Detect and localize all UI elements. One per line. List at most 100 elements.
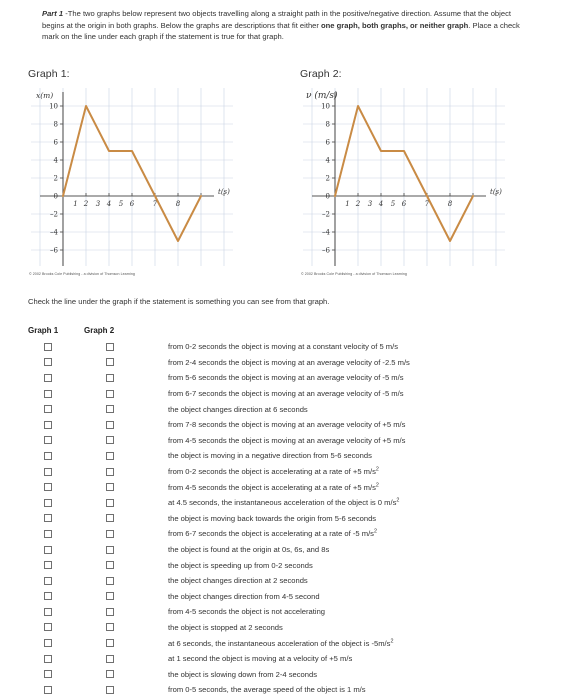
checkbox-graph2[interactable] [106,342,114,351]
checkbox-graph1[interactable] [44,576,52,585]
statement-row: from 6-7 seconds the object is moving at… [28,386,538,402]
statement-text: from 2-4 seconds the object is moving at… [168,357,410,367]
checkbox-graph1[interactable] [44,467,52,476]
statement-text: the object changes direction from 4-5 se… [168,591,320,601]
checkbox-graph2[interactable] [106,623,114,632]
svg-text:3: 3 [96,200,101,208]
checkbox-cell-graph2 [84,685,168,694]
checkbox-graph1[interactable] [44,639,52,648]
svg-text:2: 2 [83,200,89,208]
column-header-graph2: Graph 2 [84,326,115,335]
checkbox-graph2[interactable] [106,654,114,663]
svg-text:–4: –4 [50,229,59,237]
checkbox-graph2[interactable] [106,436,114,445]
checkbox-graph1[interactable] [44,389,52,398]
statement-row: from 2-4 seconds the object is moving at… [28,355,538,371]
checkbox-cell-graph1 [28,389,84,398]
checkbox-graph1[interactable] [44,420,52,429]
checkbox-graph1[interactable] [44,670,52,679]
checkbox-cell-graph2 [84,358,168,367]
statement-row: from 4-5 seconds the object is moving at… [28,433,538,449]
checkbox-graph1[interactable] [44,342,52,351]
checkbox-cell-graph2 [84,561,168,570]
checkbox-cell-graph1 [28,592,84,601]
checkbox-graph2[interactable] [106,420,114,429]
checkbox-graph2[interactable] [106,607,114,616]
checkbox-graph2[interactable] [106,592,114,601]
checkbox-cell-graph1 [28,623,84,632]
checkbox-graph2[interactable] [106,405,114,414]
checkbox-graph1[interactable] [44,483,52,492]
svg-text:2: 2 [355,200,361,208]
checkbox-cell-graph1 [28,467,84,476]
checkbox-graph1[interactable] [44,545,52,554]
checkbox-graph2[interactable] [106,451,114,460]
checkbox-cell-graph2 [84,467,168,476]
checkbox-graph2[interactable] [106,545,114,554]
statement-text: at 6 seconds, the instantaneous accelera… [168,638,394,648]
checkbox-cell-graph2 [84,592,168,601]
checkbox-graph1[interactable] [44,451,52,460]
checkbox-graph1[interactable] [44,405,52,414]
checkbox-cell-graph2 [84,529,168,538]
checkbox-graph1[interactable] [44,514,52,523]
svg-text:6: 6 [130,200,135,208]
checkbox-graph2[interactable] [106,561,114,570]
statement-text: the object changes direction at 6 second… [168,404,308,414]
checkbox-graph1[interactable] [44,607,52,616]
statement-row: from 0-5 seconds, the average speed of t… [28,682,538,698]
checkbox-graph2[interactable] [106,576,114,585]
checkbox-cell-graph1 [28,607,84,616]
graph1-y-tick-labels: 10 8 6 4 2 0 –2 –4 –6 [49,103,58,255]
checkbox-graph1[interactable] [44,373,52,382]
checkbox-graph1[interactable] [44,685,52,694]
checkbox-graph1[interactable] [44,498,52,507]
graph1-copyright: © 2002 Brooks Cole Publishing - a divisi… [29,272,135,276]
checkbox-graph1[interactable] [44,436,52,445]
svg-text:4: 4 [106,200,111,208]
column-headers: Graph 1 Graph 2 [28,326,538,335]
statement-rows: from 0-2 seconds the object is moving at… [28,339,538,698]
checkbox-cell-graph1 [28,358,84,367]
checkbox-graph1[interactable] [44,358,52,367]
svg-text:1: 1 [73,200,77,208]
checkbox-graph2[interactable] [106,373,114,382]
statement-text: the object is moving in a negative direc… [168,451,372,461]
statement-row: at 4.5 seconds, the instantaneous accele… [28,495,538,511]
checkbox-cell-graph2 [84,607,168,616]
checkbox-graph2[interactable] [106,498,114,507]
graph1-svg: 10 8 6 4 2 0 –2 –4 –6 1 2 3 4 5 6 7 8 x(… [31,88,233,266]
checkbox-graph2[interactable] [106,685,114,694]
svg-text:2: 2 [54,175,58,183]
checkbox-graph1[interactable] [44,561,52,570]
graph2-copyright: © 2002 Brooks Cole Publishing - a divisi… [301,272,407,276]
checkbox-graph2[interactable] [106,389,114,398]
statement-row: from 4-5 seconds the object is accelerat… [28,479,538,495]
checkbox-graph2[interactable] [106,467,114,476]
checkbox-graph2[interactable] [106,670,114,679]
svg-text:8: 8 [448,200,453,208]
checkbox-graph1[interactable] [44,623,52,632]
statement-text: the object is found at the origin at 0s,… [168,545,330,555]
checkbox-graph2[interactable] [106,514,114,523]
checkbox-cell-graph1 [28,373,84,382]
graph2-y-tick-labels: 10 8 6 4 2 0 –2 –4 –6 [321,103,330,255]
checkbox-graph2[interactable] [106,483,114,492]
checkbox-graph2[interactable] [106,358,114,367]
checkbox-graph1[interactable] [44,529,52,538]
statement-text: from 0-2 seconds the object is moving at… [168,342,399,352]
checkbox-graph2[interactable] [106,529,114,538]
checkbox-graph1[interactable] [44,592,52,601]
graph1-x-axis-label: t(s) [218,188,230,196]
statement-row: the object changes direction at 6 second… [28,401,538,417]
checkbox-cell-graph2 [84,654,168,663]
statement-text: the object changes direction at 2 second… [168,576,308,586]
svg-text:6: 6 [402,200,407,208]
checkbox-graph2[interactable] [106,639,114,648]
graph2-plot: 10 8 6 4 2 0 –2 –4 –6 1 2 3 4 5 6 7 8 ν … [300,84,508,276]
checkbox-cell-graph1 [28,420,84,429]
checkbox-cell-graph2 [84,451,168,460]
checkbox-graph1[interactable] [44,654,52,663]
statement-row: the object is stopped at 2 seconds [28,620,538,636]
statement-text: from 4-5 seconds the object is not accel… [168,607,326,617]
